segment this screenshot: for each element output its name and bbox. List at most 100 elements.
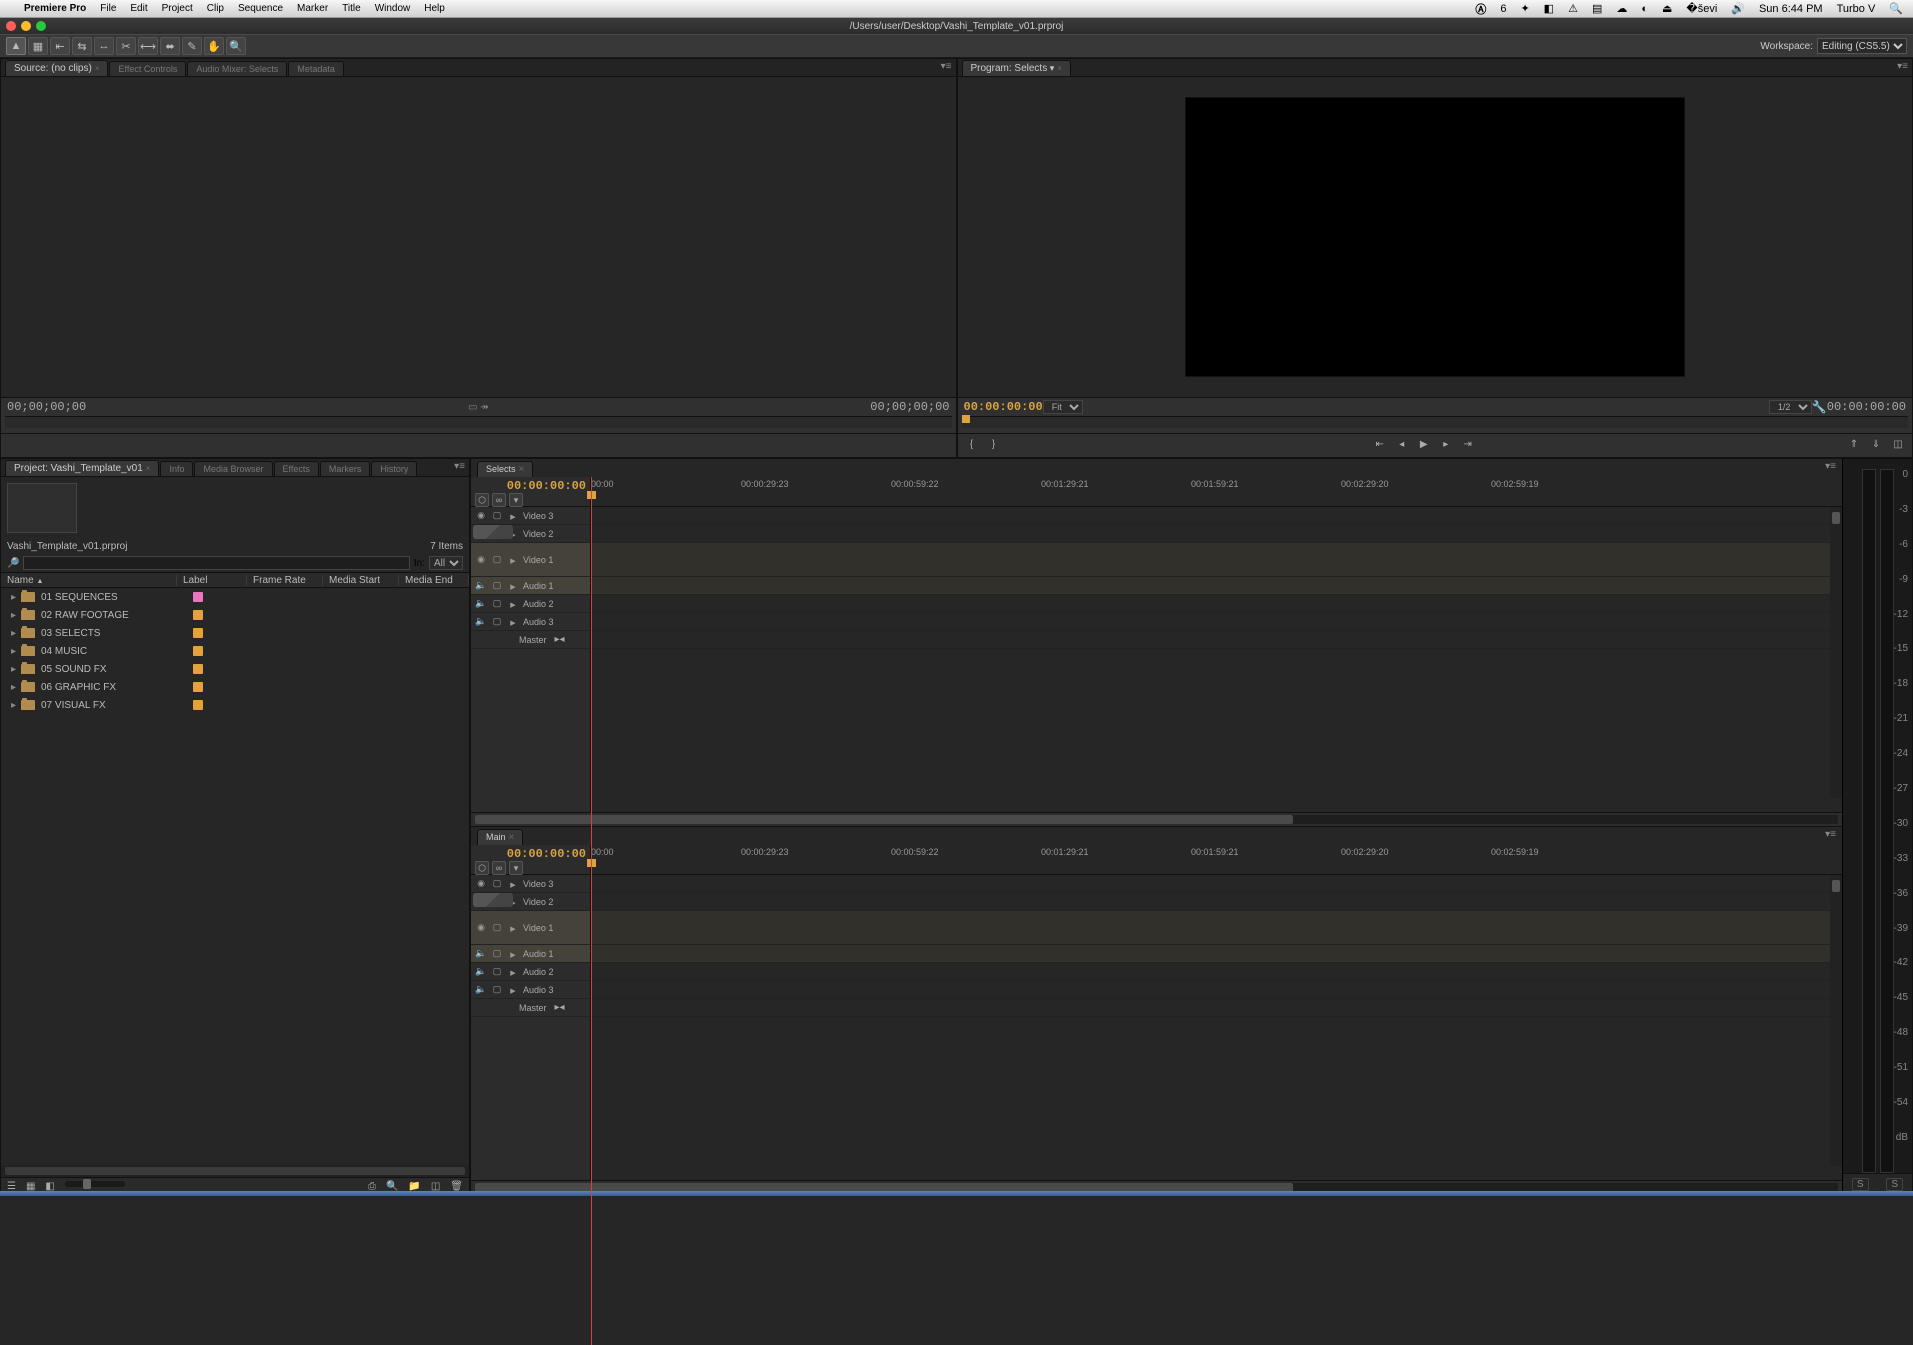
tray-icon-1[interactable]: ✦ [1520,2,1529,15]
track-head-audio2[interactable]: 🔈 ▢ Audio 2 [471,963,590,981]
export-frame-icon[interactable]: ◫ [1890,439,1906,453]
track-lane[interactable] [591,981,1842,999]
bin-row[interactable]: ▸ 06 GRAPHIC FX [1,678,469,696]
speaker-icon[interactable]: 🔈 [475,598,487,609]
twisty-icon[interactable]: ▸ [11,610,21,621]
collapse-icon[interactable] [507,949,519,959]
linked-selection-icon[interactable]: ∞ [492,861,506,875]
collapse-icon[interactable] [507,599,519,609]
sequence-tab[interactable]: Selects× [477,461,533,477]
source-scrub-bar[interactable] [5,416,952,428]
track-lane[interactable] [591,507,1842,525]
step-fwd-icon[interactable]: ▸ [1438,439,1454,453]
rate-stretch-tool-icon[interactable]: ↔ [94,37,114,55]
tray-icon-5[interactable]: ☁ [1616,2,1627,15]
col-media-start[interactable]: Media Start [323,575,399,586]
playhead[interactable] [591,845,592,1345]
track-lane[interactable] [591,595,1842,613]
twisty-icon[interactable]: ▸ [11,664,21,675]
track-lane[interactable] [591,945,1842,963]
collapse-icon[interactable] [507,923,519,933]
bin-row[interactable]: ▸ 04 MUSIC [1,642,469,660]
tray-icon-eject[interactable]: ⏏ [1662,2,1672,15]
col-label[interactable]: Label [177,575,247,586]
track-head-audio1[interactable]: 🔈 ▢ Audio 1 [471,577,590,595]
tab-metadata[interactable]: Metadata [288,61,344,76]
turbo-v[interactable]: Turbo V [1837,3,1876,15]
lock-icon[interactable]: ▢ [491,554,503,565]
solo-left-button[interactable]: S [1852,1178,1869,1191]
solo-right-button[interactable]: S [1886,1178,1903,1191]
wifi-icon[interactable]: �ševi [1686,2,1717,15]
twisty-icon[interactable]: ▸ [11,682,21,693]
goto-out-icon[interactable]: ⇥ [1460,439,1476,453]
extract-icon[interactable]: ⇓ [1868,439,1884,453]
clock[interactable]: Sun 6:44 PM [1759,3,1823,15]
track-select-tool-icon[interactable]: ▦ [28,37,48,55]
goto-in-icon[interactable]: ⇤ [1372,439,1388,453]
collapse-icon[interactable] [507,581,519,591]
track-lane[interactable] [591,911,1842,945]
tray-icon-4[interactable]: ▤ [1592,2,1602,15]
col-media-end[interactable]: Media End [399,575,469,586]
collapse-icon[interactable] [507,985,519,995]
adobe-icon[interactable]: Ⓐ [1475,1,1486,17]
menu-help[interactable]: Help [424,3,445,14]
thumbnail-size-slider[interactable] [65,1181,125,1187]
panel-menu-icon[interactable]: ▾≡ [1897,61,1908,72]
track-head-master[interactable]: Master▸◂ [471,631,590,649]
speaker-icon[interactable]: 🔈 [475,984,487,995]
lock-icon[interactable]: ▢ [491,878,503,889]
menu-edit[interactable]: Edit [130,3,147,14]
program-tc-right[interactable]: 00:00:00:00 [1827,400,1906,414]
track-lane[interactable] [591,613,1842,631]
panel-menu-icon[interactable]: ▾≡ [941,61,952,72]
program-tc-left[interactable]: 00:00:00:00 [964,400,1043,414]
lock-icon[interactable]: ▢ [491,580,503,591]
speaker-icon[interactable]: 🔈 [475,580,487,591]
eye-icon[interactable]: ◉ [475,922,487,933]
timeline-ruler[interactable]: 00:0000:00:29:2300:00:59:2200:01:29:2100… [591,477,1842,506]
window-resize-handle[interactable] [0,1191,1913,1196]
tray-icon-6[interactable]: ◐ [1641,3,1648,15]
track-head-video1[interactable]: ◉ ▢ Video 1 [471,911,590,945]
ripple-edit-tool-icon[interactable]: ⇤ [50,37,70,55]
timeline-hscroll[interactable] [475,815,1838,824]
twisty-icon[interactable]: ▸ [11,646,21,657]
tab-source-noclips[interactable]: Source: (no clips)× [5,60,108,76]
timeline-vscroll[interactable] [1830,875,1842,1166]
twisty-icon[interactable]: ▸ [11,592,21,603]
track-head-audio1[interactable]: 🔈 ▢ Audio 1 [471,945,590,963]
tray-icon-3[interactable]: ⚠︎ [1568,2,1578,15]
track-lane[interactable] [591,963,1842,981]
speaker-icon[interactable]: 🔈 [475,948,487,959]
search-in-select[interactable]: All [429,556,463,570]
project-search-input[interactable] [23,556,409,570]
tab-markers[interactable]: Markers [320,461,371,476]
tab-info[interactable]: Info [160,461,193,476]
master-lane[interactable] [591,999,1842,1017]
source-tc-right[interactable]: 00;00;00;00 [870,400,949,414]
tray-icon-2[interactable]: ◧ [1544,2,1554,15]
track-lane[interactable] [591,893,1842,911]
timeline-track-area[interactable] [591,875,1842,1180]
track-lane[interactable] [591,577,1842,595]
lock-icon[interactable]: ▢ [491,922,503,933]
collapse-icon[interactable] [507,967,519,977]
bin-row[interactable]: ▸ 07 VISUAL FX [1,696,469,714]
zoom-window-button[interactable] [36,21,46,31]
menu-sequence[interactable]: Sequence [238,3,283,14]
step-back-icon[interactable]: ◂ [1394,439,1410,453]
sequence-tab[interactable]: Main× [477,829,523,845]
track-head-video1[interactable]: ◉ ▢ Video 1 [471,543,590,577]
zoom-tool-icon[interactable]: 🔍 [226,37,246,55]
master-lane[interactable] [591,631,1842,649]
panel-menu-icon[interactable]: ▾≡ [1825,829,1836,840]
rolling-edit-tool-icon[interactable]: ⇆ [72,37,92,55]
track-lane[interactable] [591,525,1842,543]
twisty-icon[interactable]: ▸ [11,628,21,639]
timeline-ruler[interactable]: 00:0000:00:29:2300:00:59:2200:01:29:2100… [591,845,1842,874]
mark-out-icon[interactable]: } [986,439,1002,453]
twisty-icon[interactable]: ▸ [11,700,21,711]
tab-history[interactable]: History [371,461,417,476]
